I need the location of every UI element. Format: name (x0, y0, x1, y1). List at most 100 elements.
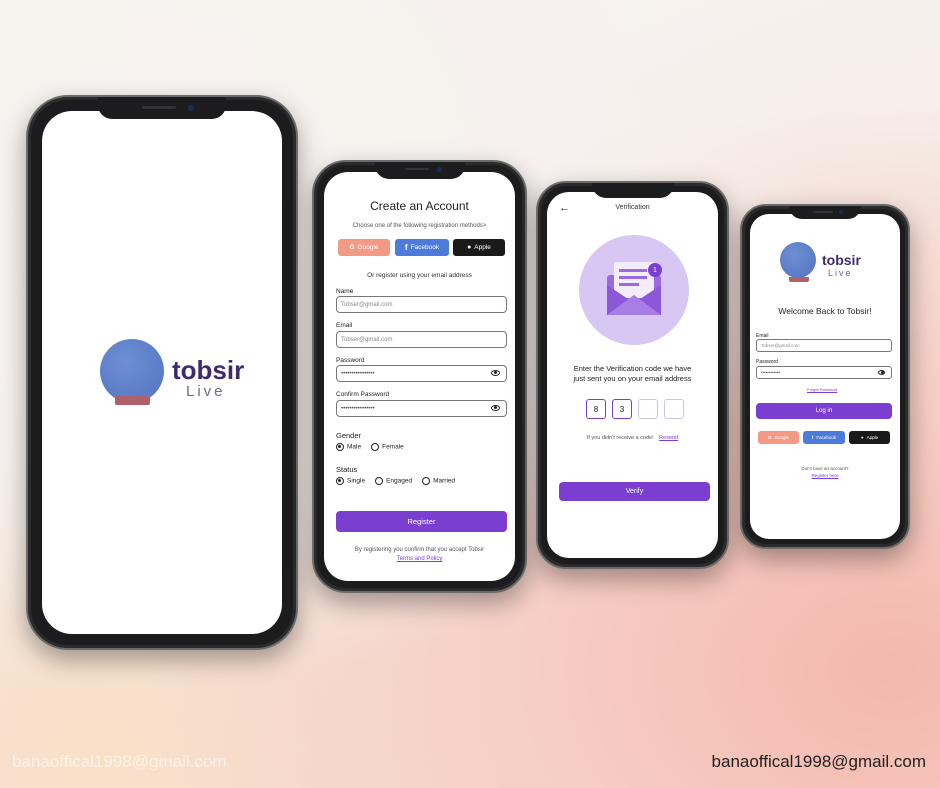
gender-radio-group: Male Female (336, 443, 404, 451)
login-button[interactable]: Log in (756, 403, 892, 419)
confirm-password-label: Confirm Password (336, 391, 390, 398)
gender-female-option[interactable]: Female (371, 443, 404, 451)
splash-screen: tobsir Live (42, 111, 282, 634)
gender-female-label: Female (382, 443, 404, 451)
apple-icon: ● (467, 244, 472, 251)
verify-button[interactable]: Verify (559, 482, 710, 501)
register-methods-subtitle: Choose one of the following registration… (352, 223, 487, 229)
forgot-password-link[interactable]: Forget Password (807, 387, 837, 392)
phone-splash: tobsir Live (26, 95, 298, 650)
apple-button[interactable]: ● Apple (849, 431, 890, 444)
brand-sub: Live (186, 383, 226, 400)
resend-link[interactable]: Resend (659, 435, 678, 441)
phone-register: Create an Account Choose one of the foll… (312, 160, 527, 593)
brand-name: tobsir (172, 355, 245, 385)
or-register-email: Or register using your email address (367, 272, 472, 279)
status-single-label: Single (347, 477, 366, 485)
email-input[interactable]: Tobser@gmail.com (756, 339, 892, 352)
email-label: Email (336, 322, 353, 329)
logo-globe-icon (780, 242, 816, 278)
google-button[interactable]: G Google (338, 239, 390, 256)
brand-sub: Live (828, 268, 853, 278)
verification-title: Verification (615, 204, 650, 211)
google-label: Google (774, 435, 790, 440)
eye-icon[interactable] (491, 405, 500, 411)
password-input[interactable]: •••••••••••• (756, 366, 892, 379)
camera-icon (188, 105, 194, 111)
logo-base-icon (115, 396, 150, 405)
email-placeholder: Tobser@gmail.com (341, 336, 393, 343)
otp-digit-1[interactable]: 8 (586, 399, 606, 419)
phone-notch (591, 183, 674, 198)
email-placeholder: Tobser@gmail.com (761, 343, 800, 348)
status-engaged-option[interactable]: Engaged (375, 477, 412, 485)
register-footer-text: By registering you confirm that you acce… (354, 547, 485, 553)
status-radio-group: Single Engaged Married (336, 477, 455, 485)
camera-icon (839, 210, 843, 214)
apple-label: Apple (866, 435, 879, 440)
apple-label: Apple (474, 244, 491, 251)
speaker (142, 106, 176, 109)
otp-digit-4[interactable] (664, 399, 684, 419)
register-here-link[interactable]: Register here (750, 473, 900, 478)
confirm-password-value: •••••••••••••••• (341, 405, 375, 412)
name-input[interactable]: Tobser@gmail.com (336, 296, 507, 313)
phone-notch (789, 206, 861, 219)
apple-button[interactable]: ● Apple (453, 239, 505, 256)
password-value: •••••••••••••••• (341, 370, 375, 377)
eye-icon[interactable] (491, 370, 500, 376)
status-engaged-label: Engaged (386, 477, 413, 485)
otp-digit-2[interactable]: 3 (612, 399, 632, 419)
password-input[interactable]: •••••••••••••••• (336, 365, 507, 382)
google-icon: G (767, 435, 772, 440)
google-button[interactable]: G Google (758, 431, 799, 444)
logo-base-icon (789, 277, 809, 282)
password-label: Password (756, 359, 778, 365)
facebook-button[interactable]: f Facebook (803, 431, 845, 444)
camera-icon (436, 167, 442, 172)
welcome-heading: Welcome Back to Tobsir! (778, 306, 872, 316)
otp-digit-3[interactable] (638, 399, 658, 419)
verify-screen: ← Verification 1 Enter the Verification … (547, 192, 718, 558)
speaker (813, 211, 833, 213)
facebook-icon: f (811, 435, 814, 440)
notification-badge: 1 (648, 263, 662, 277)
radio-unchecked-icon (371, 443, 380, 451)
phone-verify: ← Verification 1 Enter the Verification … (536, 181, 729, 569)
envelope-illustration: 1 (579, 235, 689, 345)
google-icon: G (349, 244, 355, 251)
status-married-label: Married (433, 477, 456, 485)
footer-email-left: banaoffical1998@gmail.com (12, 752, 227, 771)
email-input[interactable]: Tobser@gmail.com (336, 331, 507, 348)
name-label: Name (336, 288, 354, 295)
resend-row: If you didn't receive a code! Resend (547, 435, 718, 441)
eye-icon[interactable] (878, 370, 885, 375)
no-account-text: Don't have an account? (801, 466, 849, 471)
status-label: Status (336, 465, 358, 474)
register-screen: Create an Account Choose one of the foll… (324, 172, 515, 581)
status-married-option[interactable]: Married (422, 477, 455, 485)
facebook-label: Facebook (410, 244, 440, 251)
confirm-password-input[interactable]: •••••••••••••••• (336, 400, 507, 417)
phone-login: tobsir Live Welcome Back to Tobsir! Emai… (740, 204, 910, 549)
facebook-button[interactable]: f Facebook (395, 239, 449, 256)
facebook-icon: f (404, 243, 408, 252)
register-button[interactable]: Register (336, 511, 507, 532)
resend-prompt: If you didn't receive a code! (586, 435, 654, 441)
gender-male-option[interactable]: Male (336, 443, 361, 451)
radio-unchecked-icon (422, 477, 431, 485)
phone-notch (374, 162, 465, 179)
google-label: Google (357, 244, 379, 251)
verify-heading-line2: just sent you on your email address (573, 374, 692, 383)
terms-link[interactable]: Terms and Policy (324, 556, 515, 562)
logo-globe-icon (100, 339, 164, 403)
status-single-option[interactable]: Single (336, 477, 365, 485)
radio-checked-icon (336, 443, 344, 451)
password-value: •••••••••••• (761, 370, 780, 375)
page-title: Create an Account (370, 199, 469, 213)
verify-heading-line1: Enter the Verification code we have (573, 364, 692, 373)
footer-email-right: banaoffical1998@gmail.com (711, 752, 926, 771)
password-label: Password (336, 357, 365, 364)
gender-male-label: Male (347, 443, 362, 451)
radio-unchecked-icon (375, 477, 384, 485)
